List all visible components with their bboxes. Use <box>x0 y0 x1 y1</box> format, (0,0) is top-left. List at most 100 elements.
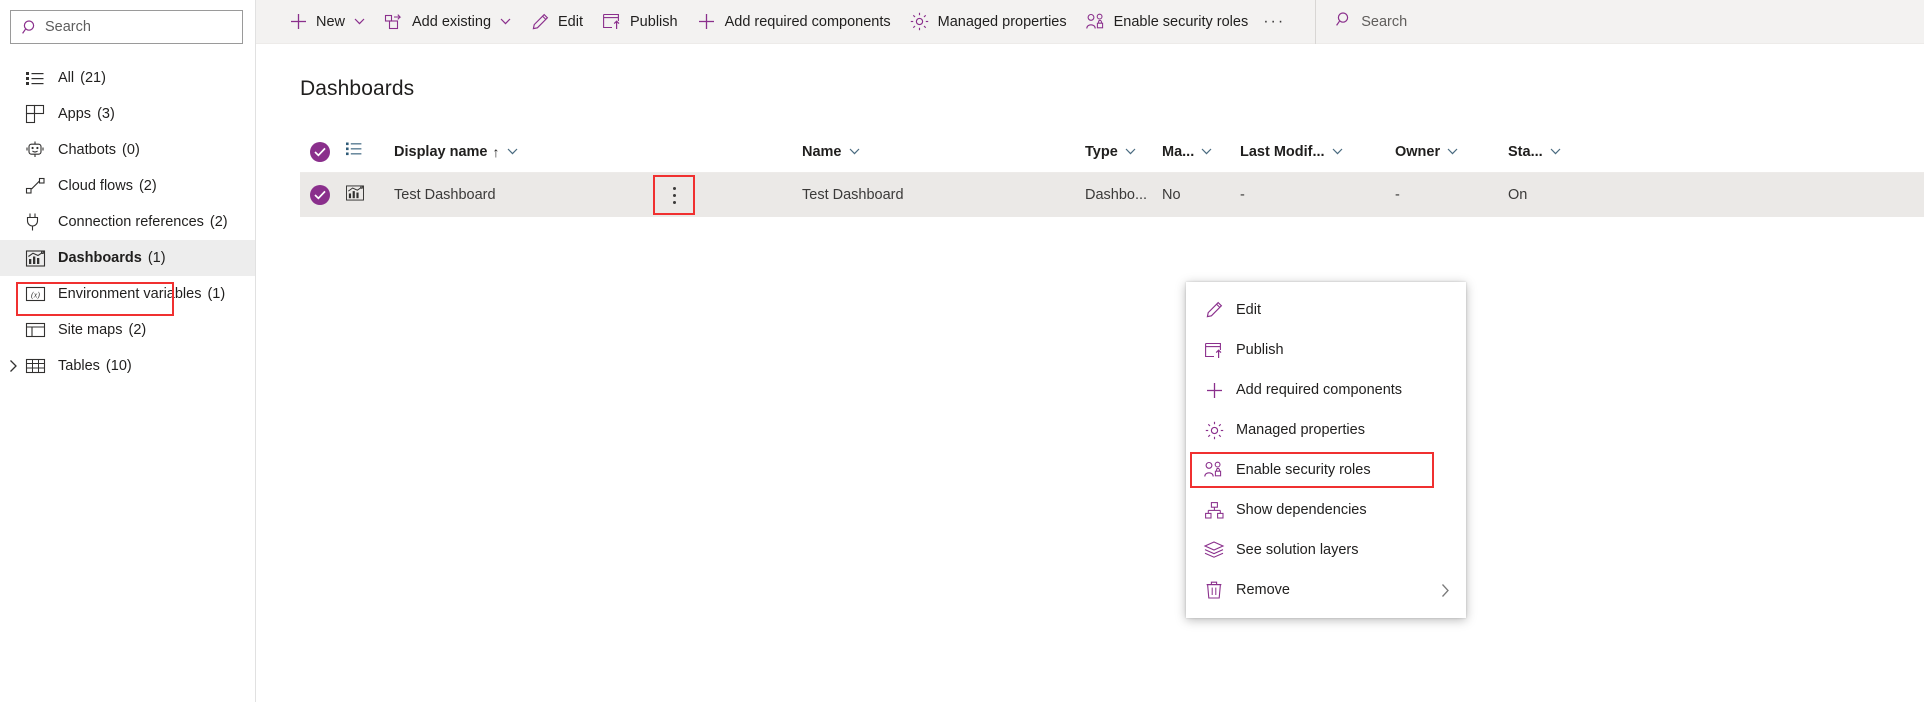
sidebar-item-label: Environment variables <box>58 286 202 302</box>
security-roles-icon <box>1200 461 1228 479</box>
sidebar-item-apps[interactable]: Apps (3) <box>0 96 255 132</box>
show-dependencies-icon <box>1200 501 1228 519</box>
sidebar: Search All (21) Apps (3) Chatbots (0) Cl… <box>0 0 256 702</box>
column-header-status[interactable]: Sta... <box>1508 144 1598 160</box>
context-menu-item-managed-properties[interactable]: Managed properties <box>1186 410 1466 450</box>
column-header-type[interactable]: Type <box>1085 144 1162 160</box>
toolbar-item-label: Edit <box>558 13 584 30</box>
sidebar-item-chatbots[interactable]: Chatbots (0) <box>0 132 255 168</box>
context-menu-item-enable-security-roles[interactable]: Enable security roles <box>1186 450 1466 490</box>
toolbar-overflow-button[interactable]: ··· <box>1257 0 1291 44</box>
table-grid-icon <box>25 355 52 377</box>
row-managed: No <box>1162 187 1181 203</box>
chevron-down-icon[interactable] <box>1118 148 1136 155</box>
sidebar-item-count: (2) <box>138 178 157 194</box>
row-more-actions-button[interactable] <box>653 175 695 215</box>
chevron-down-icon[interactable] <box>500 148 518 155</box>
toolbar-publish-button[interactable]: Publish <box>592 0 687 44</box>
sidebar-search-placeholder: Search <box>45 19 91 35</box>
table-header-row: Display name ↑ Name Type Ma... Last Modi… <box>300 131 1924 173</box>
more-dot <box>672 193 676 197</box>
column-header-managed[interactable]: Ma... <box>1162 144 1240 160</box>
chevron-down-icon[interactable] <box>1543 148 1561 155</box>
context-menu-item-see-solution-layers[interactable]: See solution layers <box>1186 530 1466 570</box>
row-checkbox[interactable] <box>300 185 346 205</box>
chevron-down-icon[interactable] <box>842 148 860 155</box>
sidebar-item-label: Connection references <box>58 214 204 230</box>
sidebar-item-count: (2) <box>128 322 147 338</box>
search-icon <box>19 19 41 36</box>
toolbar-item-label: Enable security roles <box>1113 13 1249 30</box>
column-header-display-name[interactable]: Display name ↑ <box>394 144 802 160</box>
chevron-down-icon[interactable] <box>1194 148 1212 155</box>
context-menu-item-show-dependencies[interactable]: Show dependencies <box>1186 490 1466 530</box>
toolbar-search-input[interactable]: Search <box>1322 0 1417 44</box>
select-all-checkbox[interactable] <box>300 141 346 162</box>
plug-icon <box>26 211 52 233</box>
check-circle-filled-icon <box>310 141 330 162</box>
sidebar-item-site-maps[interactable]: Site maps (2) <box>0 312 255 348</box>
toolbar-new-button[interactable]: New <box>278 0 374 44</box>
sidebar-item-cloud-flows[interactable]: Cloud flows (2) <box>0 168 255 204</box>
chevron-right-icon[interactable] <box>1441 570 1450 610</box>
sidebar-item-all[interactable]: All (21) <box>0 60 255 96</box>
gear-icon <box>909 12 931 31</box>
sidebar-item-tables[interactable]: Tables (10) <box>0 348 255 384</box>
context-menu-item-publish[interactable]: Publish <box>1186 330 1466 370</box>
row-status: On <box>1508 187 1528 203</box>
plus-icon <box>287 13 309 30</box>
column-header-owner[interactable]: Owner <box>1395 144 1508 160</box>
dashboards-table: Display name ↑ Name Type Ma... Last Modi… <box>300 131 1924 217</box>
sidebar-item-connection-references[interactable]: Connection references (2) <box>0 204 255 240</box>
publish-icon <box>1200 342 1228 359</box>
table-row[interactable]: Test Dashboard Test Dashboard Dashbo... … <box>300 173 1924 217</box>
toolbar-item-label: Add existing <box>412 13 492 30</box>
column-header-name[interactable]: Name <box>802 144 1085 160</box>
sidebar-item-environment-variables[interactable]: (x) Environment variables (1) <box>0 276 255 312</box>
sidebar-item-label: Tables <box>58 358 100 374</box>
toolbar-item-label: Add required components <box>724 13 891 30</box>
sidebar-search-input[interactable]: Search <box>10 10 243 44</box>
column-header-last-modified[interactable]: Last Modif... <box>1240 144 1395 160</box>
row-name-cell: Test Dashboard <box>802 187 1085 203</box>
toolbar-enable-security-roles-button[interactable]: Enable security roles <box>1076 0 1258 44</box>
toolbar-edit-button[interactable]: Edit <box>520 0 592 44</box>
row-display-name-cell[interactable]: Test Dashboard <box>394 175 802 215</box>
chevron-down-icon[interactable] <box>491 18 511 25</box>
sidebar-nav: All (21) Apps (3) Chatbots (0) Cloud flo… <box>0 60 255 384</box>
command-toolbar: New Add existing Edit Publish Add requir… <box>256 0 1924 44</box>
toolbar-add-required-components-button[interactable]: Add required components <box>687 0 900 44</box>
column-header-label: Type <box>1085 143 1118 160</box>
chevron-right-icon[interactable] <box>4 348 22 384</box>
sidebar-item-count: (21) <box>80 70 106 86</box>
row-display-name: Test Dashboard <box>394 187 496 203</box>
chevron-down-icon[interactable] <box>1325 148 1343 155</box>
add-existing-icon <box>383 13 405 30</box>
sidebar-item-count: (2) <box>209 214 228 230</box>
check-circle-filled-icon <box>310 185 330 205</box>
row-name: Test Dashboard <box>802 187 904 203</box>
search-icon <box>1336 11 1353 33</box>
sidebar-item-dashboards[interactable]: Dashboards (1) <box>0 240 255 276</box>
toolbar-managed-properties-button[interactable]: Managed properties <box>900 0 1076 44</box>
gear-icon <box>1200 421 1228 440</box>
plus-icon <box>696 13 718 30</box>
sidebar-item-label: Dashboards <box>58 250 142 266</box>
context-menu-item-add-required-components[interactable]: Add required components <box>1186 370 1466 410</box>
toolbar-search-label: Search <box>1361 13 1408 30</box>
chevron-down-icon[interactable] <box>345 18 365 25</box>
toolbar-add-existing-button[interactable]: Add existing <box>374 0 520 44</box>
context-menu-item-label: Edit <box>1236 302 1261 318</box>
context-menu-item-remove[interactable]: Remove <box>1186 570 1466 610</box>
context-menu-item-edit[interactable]: Edit <box>1186 290 1466 330</box>
chatbot-icon <box>26 139 52 161</box>
chevron-down-icon[interactable] <box>1440 148 1458 155</box>
apps-grid-icon <box>25 103 52 125</box>
context-menu-item-label: Show dependencies <box>1236 502 1367 518</box>
pencil-icon <box>1200 301 1228 319</box>
row-type-cell: Dashbo... <box>1085 187 1162 203</box>
column-header-label: Sta... <box>1508 143 1543 160</box>
row-type: Dashbo... <box>1085 187 1148 203</box>
row-last-modified: - <box>1240 187 1245 203</box>
row-context-menu: Edit Publish Add required components Man… <box>1186 282 1466 618</box>
